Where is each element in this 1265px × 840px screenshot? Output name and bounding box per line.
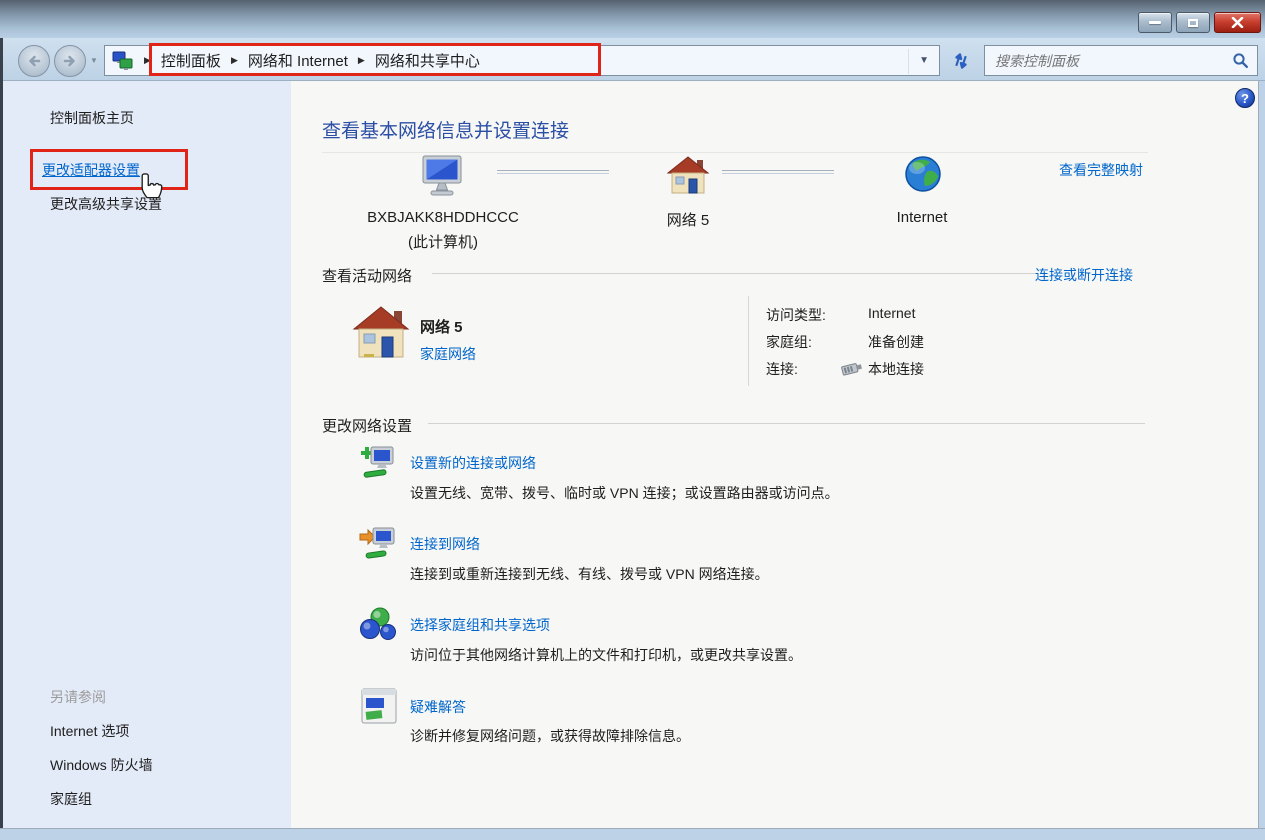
section-divider xyxy=(428,423,1145,424)
internet-globe-icon[interactable] xyxy=(904,155,942,193)
computer-name-label: BXBJAKK8HDDHCCC xyxy=(363,209,523,226)
map-connection-line xyxy=(497,170,609,174)
refresh-button[interactable] xyxy=(946,47,976,75)
task-setup-connection-desc: 设置无线、宽带、拨号、临时或 VPN 连接；或设置路由器或访问点。 xyxy=(410,483,839,503)
homegroup-label: 家庭组: xyxy=(766,332,812,352)
network-sharing-center-window: ▼ ▶ 控制面板 ▶ 网络和 Internet ▶ 网络和共享中心 ▼ xyxy=(0,0,1265,840)
address-dropdown-icon[interactable]: ▼ xyxy=(919,55,929,66)
close-button[interactable] xyxy=(1214,12,1261,33)
map-internet-label: Internet xyxy=(872,209,972,226)
sidebar-item-control-panel-home[interactable]: 控制面板主页 xyxy=(50,108,134,128)
network-location-icon xyxy=(112,51,134,71)
maximize-icon xyxy=(1188,19,1198,27)
connections-label: 连接: xyxy=(766,359,798,379)
back-button[interactable] xyxy=(18,45,50,77)
connect-to-network-icon xyxy=(358,524,400,562)
map-network-label: 网络 5 xyxy=(628,209,748,230)
recent-pages-chevron-icon[interactable]: ▼ xyxy=(90,56,98,65)
computer-note-label: (此计算机) xyxy=(363,231,523,252)
page-title: 查看基本网络信息并设置连接 xyxy=(322,116,569,143)
maximize-button[interactable] xyxy=(1176,12,1210,33)
forward-button[interactable] xyxy=(54,45,86,77)
active-network-house-icon[interactable] xyxy=(352,304,410,362)
troubleshoot-icon xyxy=(358,687,400,725)
address-bar-divider xyxy=(908,49,909,74)
homegroup-sharing-icon xyxy=(358,605,400,643)
task-setup-connection-link[interactable]: 设置新的连接或网络 xyxy=(410,453,536,473)
access-type-value: Internet xyxy=(868,305,915,321)
window-controls xyxy=(1138,12,1261,33)
annotation-box-breadcrumb xyxy=(149,43,601,76)
map-connection-line xyxy=(722,170,834,174)
network-house-icon[interactable] xyxy=(667,155,709,197)
search-input[interactable] xyxy=(995,48,1215,73)
sidebar-item-homegroup[interactable]: 家庭组 xyxy=(50,789,92,809)
access-type-label: 访问类型: xyxy=(766,305,826,325)
annotation-box-adapter-settings xyxy=(30,149,188,190)
homegroup-ready-link[interactable]: 准备创建 xyxy=(868,332,924,352)
active-network-kind-link[interactable]: 家庭网络 xyxy=(420,344,476,364)
change-settings-header: 更改网络设置 xyxy=(322,415,412,436)
close-icon xyxy=(1231,17,1244,28)
task-homegroup-options-desc: 访问位于其他网络计算机上的文件和打印机，或更改共享设置。 xyxy=(410,645,802,665)
sidebar-item-windows-firewall[interactable]: Windows 防火墙 xyxy=(50,755,153,775)
search-icon[interactable] xyxy=(1232,52,1249,69)
title-bar xyxy=(0,0,1265,38)
map-divider xyxy=(322,152,1148,153)
back-arrow-icon xyxy=(25,53,43,69)
search-box xyxy=(984,45,1258,76)
computer-icon[interactable] xyxy=(418,154,466,198)
section-divider xyxy=(432,273,1037,274)
connect-disconnect-link[interactable]: 连接或断开连接 xyxy=(1035,265,1133,285)
forward-arrow-icon xyxy=(61,53,79,69)
view-full-map-link[interactable]: 查看完整映射 xyxy=(1059,160,1143,180)
task-connect-network-desc: 连接到或重新连接到无线、有线、拨号或 VPN 网络连接。 xyxy=(410,564,769,584)
window-bottom-border xyxy=(0,828,1265,840)
sidebar-item-internet-options[interactable]: Internet 选项 xyxy=(50,721,129,741)
task-troubleshoot-link[interactable]: 疑难解答 xyxy=(410,697,466,717)
ethernet-connector-icon xyxy=(840,360,864,376)
active-networks-header: 查看活动网络 xyxy=(322,265,412,286)
window-right-border xyxy=(1258,81,1265,840)
active-network-divider xyxy=(748,296,749,386)
task-troubleshoot-desc: 诊断并修复网络问题，或获得故障排除信息。 xyxy=(410,726,690,746)
help-icon[interactable]: ? xyxy=(1235,88,1255,108)
setup-connection-icon xyxy=(358,443,400,481)
local-area-connection-link[interactable]: 本地连接 xyxy=(868,359,924,379)
minimize-button[interactable] xyxy=(1138,12,1172,33)
hand-cursor-icon xyxy=(136,172,163,204)
active-network-name: 网络 5 xyxy=(420,316,463,337)
task-connect-network-link[interactable]: 连接到网络 xyxy=(410,534,480,554)
refresh-icon xyxy=(951,51,971,71)
task-homegroup-options-link[interactable]: 选择家庭组和共享选项 xyxy=(410,615,550,635)
minimize-icon xyxy=(1149,21,1161,24)
see-also-header: 另请参阅 xyxy=(50,687,106,707)
